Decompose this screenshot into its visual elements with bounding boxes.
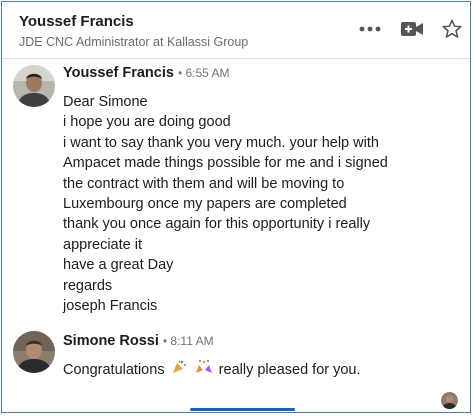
message-body: Dear Simone i hope you are doing good i … — [63, 92, 388, 316]
message-text: really pleased for you. — [218, 362, 361, 379]
conversation-header: Youssef Francis JDE CNC Administrator at… — [2, 2, 470, 59]
message-line: regards — [63, 277, 113, 294]
message-text: Congratulations — [63, 362, 165, 379]
message-time: • 6:55 AM — [177, 66, 230, 80]
conversation-window: Youssef Francis JDE CNC Administrator at… — [1, 1, 471, 413]
contact-name[interactable]: Youssef Francis — [19, 13, 134, 30]
message-body: Congratulations really pleased for you. — [63, 359, 361, 381]
message-line: have a great Day — [63, 257, 174, 274]
message-line: thank you once again for this opportunit… — [63, 216, 371, 233]
message-line: Luxembourg once my papers are completed — [63, 196, 347, 213]
star-icon[interactable] — [439, 16, 465, 42]
party-popper-emoji — [171, 359, 187, 381]
sender-name[interactable]: Youssef Francis — [63, 65, 174, 81]
seen-by-avatar — [441, 392, 458, 409]
message-line: appreciate it — [63, 236, 142, 253]
message-line: joseph Francis — [63, 298, 158, 315]
message-list: Youssef Francis • 6:55 AM Dear Simone i h… — [2, 59, 470, 412]
message-line: the contract with them and will be movin… — [63, 175, 345, 192]
message-line: Dear Simone — [63, 94, 148, 110]
avatar[interactable] — [13, 65, 55, 107]
message-header: Youssef Francis • 6:55 AM — [63, 65, 230, 81]
message-header: Simone Rossi • 8:11 AM — [63, 333, 214, 349]
celebration-emoji — [195, 359, 213, 381]
video-call-icon[interactable] — [398, 16, 426, 42]
message-line: i want to say thank you very much. your … — [63, 134, 379, 151]
more-options-icon[interactable] — [356, 16, 384, 42]
scrollbar[interactable] — [190, 408, 295, 411]
message-time: • 8:11 AM — [162, 334, 214, 348]
message-line: i hope you are doing good — [63, 114, 231, 131]
avatar[interactable] — [13, 331, 55, 373]
message-line: Ampacet made things possible for me and … — [63, 155, 388, 172]
message-line: Congratulations really pleased for you. — [63, 359, 361, 381]
sender-name[interactable]: Simone Rossi — [63, 333, 159, 349]
contact-headline: JDE CNC Administrator at Kallassi Group — [19, 35, 249, 49]
